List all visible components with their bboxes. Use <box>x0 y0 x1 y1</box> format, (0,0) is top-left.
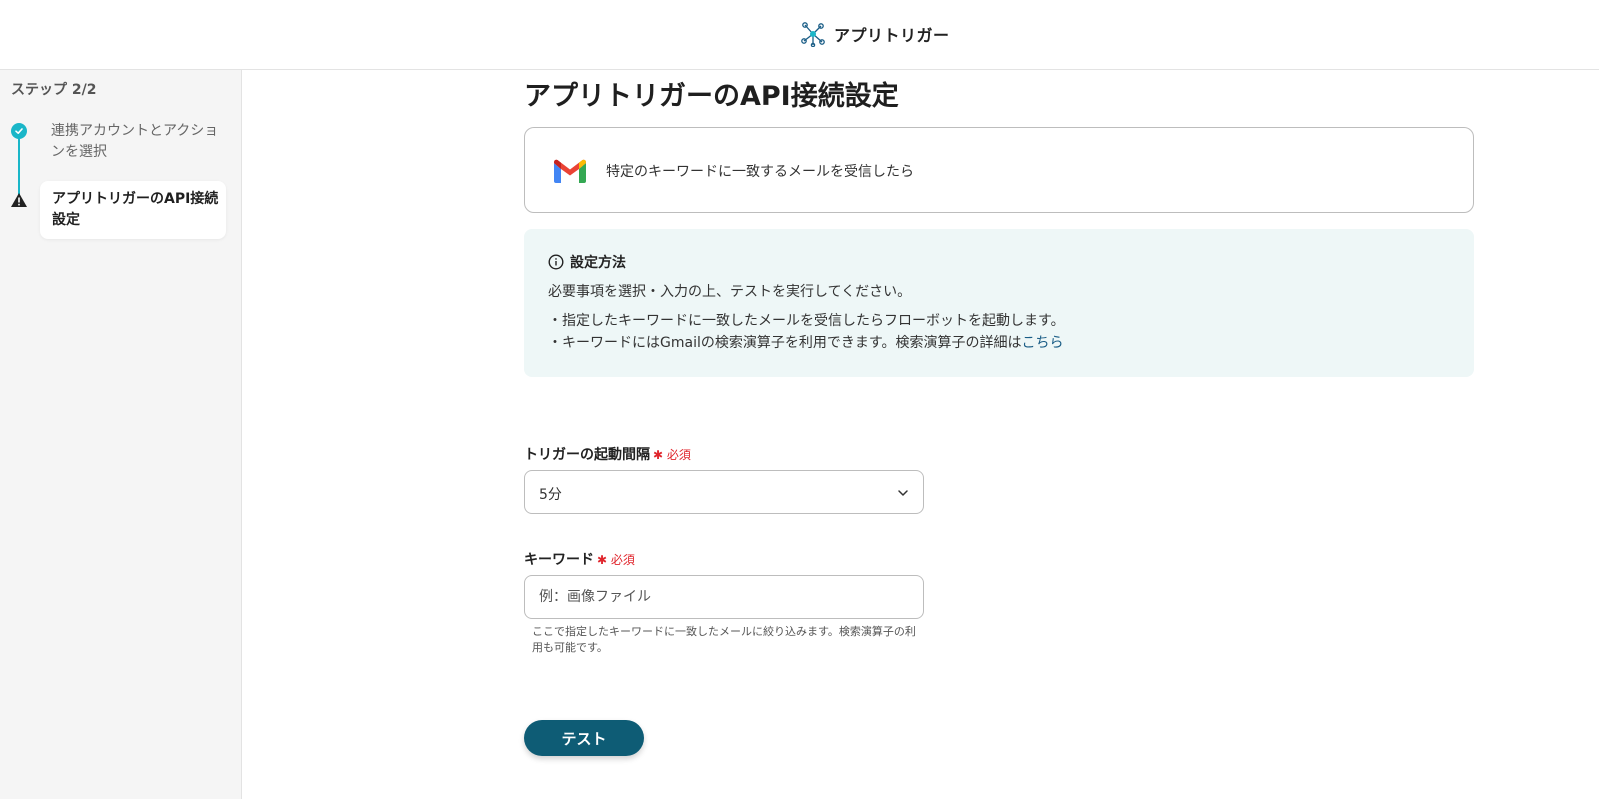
info-title: 設定方法 <box>548 252 626 272</box>
page-title: アプリトリガーのAPI接続設定 <box>524 81 899 112</box>
info-icon <box>548 254 564 270</box>
brand: アプリトリガー <box>800 20 950 48</box>
search-operator-details-link[interactable]: こちら <box>1021 335 1063 351</box>
interval-label-text: トリガーの起動間隔 <box>524 447 650 463</box>
gmail-icon <box>554 159 586 183</box>
warning-icon <box>11 193 27 207</box>
test-button[interactable]: テスト <box>524 720 644 756</box>
trigger-card: 特定のキーワードに一致するメールを受信したら <box>524 127 1474 213</box>
keyword-help-text: ここで指定したキーワードに一致したメールに絞り込みます。検索演算子の利用も可能で… <box>532 625 916 654</box>
info-title-text: 設定方法 <box>570 255 626 271</box>
app-trigger-logo-icon <box>801 22 825 47</box>
sidebar-step-api-settings[interactable]: アプリトリガーのAPI接続設定 <box>40 181 226 239</box>
brand-name: アプリトリガー <box>834 26 950 45</box>
info-line-text: ・キーワードにはGmailの検索演算子を利用できます。検索演算子の詳細は <box>548 335 1022 351</box>
interval-select-value: 5分 <box>539 487 562 503</box>
step-sidebar: ステップ 2/2 連携アカウントとアクションを選択 アプリトリガーのAPI接続設… <box>0 70 242 799</box>
check-icon <box>11 123 27 139</box>
required-badge: ✱ 必須 <box>597 553 635 567</box>
interval-field-label: トリガーの起動間隔 ✱ 必須 <box>524 444 691 464</box>
sidebar-step-label: アプリトリガーのAPI接続設定 <box>52 191 219 228</box>
sidebar-step-select-account[interactable]: 連携アカウントとアクションを選択 <box>51 121 221 163</box>
step-count: ステップ 2/2 <box>11 82 97 98</box>
keyword-field-label: キーワード ✱ 必須 <box>524 549 635 569</box>
info-line: ・キーワードにはGmailの検索演算子を利用できます。検索演算子の詳細はこちら <box>548 332 1063 352</box>
required-badge: ✱ 必須 <box>653 448 691 462</box>
setup-instructions: 設定方法 必要事項を選択・入力の上、テストを実行してください。 ・指定したキーワ… <box>524 229 1474 377</box>
top-bar: アプリトリガー <box>0 0 1599 70</box>
info-line: ・指定したキーワードに一致したメールを受信したらフローボットを起動します。 <box>548 313 1065 329</box>
trigger-label: 特定のキーワードに一致するメールを受信したら <box>606 164 914 180</box>
keyword-input[interactable] <box>524 575 924 619</box>
info-line: 必要事項を選択・入力の上、テストを実行してください。 <box>548 284 912 300</box>
main-content: アプリトリガーのAPI接続設定 特定のキーワードに一致するメールを受信したら 設… <box>524 70 1476 799</box>
keyword-label-text: キーワード <box>524 552 594 568</box>
interval-select[interactable]: 5分 <box>524 470 924 514</box>
chevron-down-icon <box>898 490 908 496</box>
